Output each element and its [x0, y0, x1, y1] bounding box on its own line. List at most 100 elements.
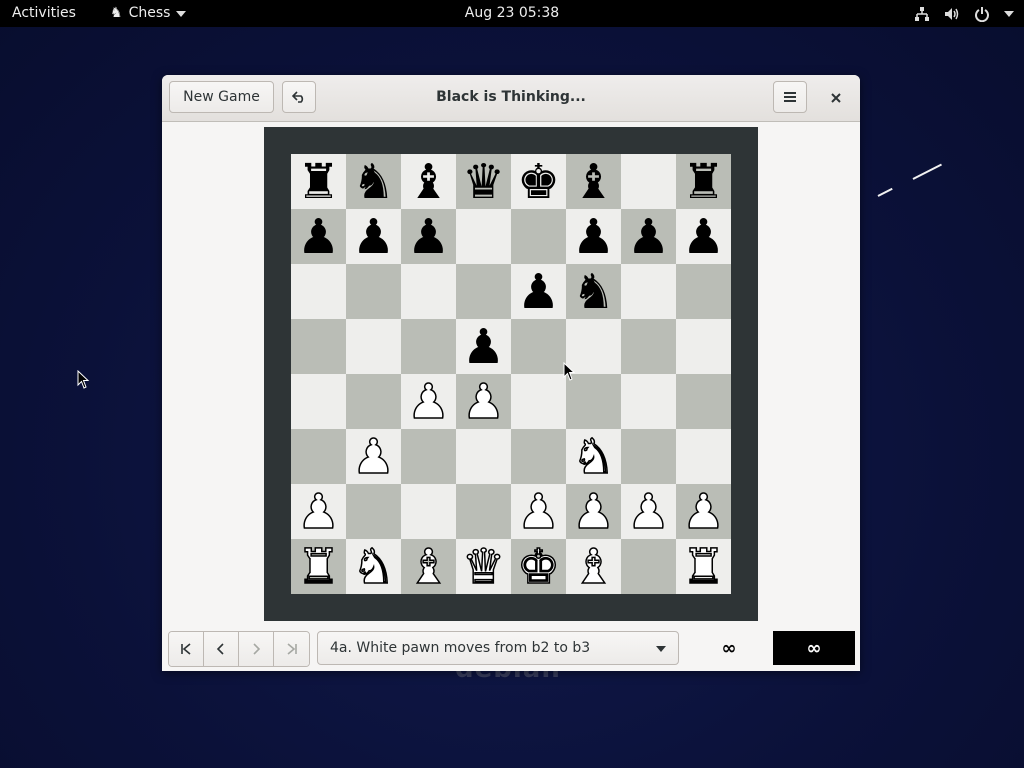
- square-f4[interactable]: [566, 374, 621, 429]
- square-c5[interactable]: [401, 319, 456, 374]
- square-h6[interactable]: [676, 264, 731, 319]
- white-pawn-icon[interactable]: ♟: [406, 377, 451, 427]
- square-g6[interactable]: [621, 264, 676, 319]
- square-h5[interactable]: [676, 319, 731, 374]
- black-pawn-icon[interactable]: ♟: [572, 213, 615, 261]
- move-history-dropdown[interactable]: 4a. White pawn moves from b2 to b3: [317, 631, 679, 665]
- square-g7[interactable]: ♟: [621, 209, 676, 264]
- square-d7[interactable]: [456, 209, 511, 264]
- square-f1[interactable]: ♝: [566, 539, 621, 594]
- square-g5[interactable]: [621, 319, 676, 374]
- close-button[interactable]: [825, 87, 847, 109]
- square-f2[interactable]: ♟: [566, 484, 621, 539]
- square-a5[interactable]: [291, 319, 346, 374]
- square-a4[interactable]: [291, 374, 346, 429]
- square-g8[interactable]: [621, 154, 676, 209]
- square-a1[interactable]: ♜: [291, 539, 346, 594]
- black-knight-icon[interactable]: ♞: [352, 158, 395, 206]
- white-pawn-icon[interactable]: ♟: [681, 487, 726, 537]
- black-king-icon[interactable]: ♚: [517, 158, 560, 206]
- menu-button[interactable]: [773, 81, 807, 113]
- square-f3[interactable]: ♞: [566, 429, 621, 484]
- white-pawn-icon[interactable]: ♟: [516, 487, 561, 537]
- white-pawn-icon[interactable]: ♟: [296, 487, 341, 537]
- square-d5[interactable]: ♟: [456, 319, 511, 374]
- square-a8[interactable]: ♜: [291, 154, 346, 209]
- square-b3[interactable]: ♟: [346, 429, 401, 484]
- black-pawn-icon[interactable]: ♟: [407, 213, 450, 261]
- black-pawn-icon[interactable]: ♟: [517, 268, 560, 316]
- square-h2[interactable]: ♟: [676, 484, 731, 539]
- white-king-icon[interactable]: ♚: [516, 542, 561, 592]
- black-queen-icon[interactable]: ♛: [462, 158, 505, 206]
- square-d6[interactable]: [456, 264, 511, 319]
- square-f8[interactable]: ♝: [566, 154, 621, 209]
- square-a2[interactable]: ♟: [291, 484, 346, 539]
- previous-move-button[interactable]: [204, 632, 239, 666]
- square-b8[interactable]: ♞: [346, 154, 401, 209]
- black-bishop-icon[interactable]: ♝: [407, 158, 450, 206]
- white-bishop-icon[interactable]: ♝: [571, 542, 616, 592]
- square-e2[interactable]: ♟: [511, 484, 566, 539]
- square-b1[interactable]: ♞: [346, 539, 401, 594]
- chess-board[interactable]: ♜ ♞ ♝ ♛ ♚ ♝ ♜ ♟ ♟ ♟ ♟ ♟ ♟ ♟ ♞ ♟ ♟ ♟ ♟ ♞ ♟ ♟ ♟ ♟ ♟ ♜ ♞ ♝ ♛ ♚ ♝ ♜: [291, 154, 731, 594]
- black-rook-icon[interactable]: ♜: [297, 158, 340, 206]
- square-e5[interactable]: [511, 319, 566, 374]
- square-c1[interactable]: ♝: [401, 539, 456, 594]
- square-a3[interactable]: [291, 429, 346, 484]
- app-menu[interactable]: ♞ Chess: [110, 0, 187, 27]
- white-pawn-icon[interactable]: ♟: [351, 432, 396, 482]
- square-c7[interactable]: ♟: [401, 209, 456, 264]
- square-c4[interactable]: ♟: [401, 374, 456, 429]
- first-move-button[interactable]: [169, 632, 204, 666]
- square-e6[interactable]: ♟: [511, 264, 566, 319]
- square-b2[interactable]: [346, 484, 401, 539]
- square-e3[interactable]: [511, 429, 566, 484]
- white-bishop-icon[interactable]: ♝: [406, 542, 451, 592]
- activities-button[interactable]: Activities: [12, 0, 76, 27]
- white-rook-icon[interactable]: ♜: [681, 542, 726, 592]
- square-b6[interactable]: [346, 264, 401, 319]
- square-h8[interactable]: ♜: [676, 154, 731, 209]
- square-d1[interactable]: ♛: [456, 539, 511, 594]
- white-pawn-icon[interactable]: ♟: [461, 377, 506, 427]
- black-rook-icon[interactable]: ♜: [682, 158, 725, 206]
- black-pawn-icon[interactable]: ♟: [462, 323, 505, 371]
- last-move-button[interactable]: [274, 632, 309, 666]
- square-e4[interactable]: [511, 374, 566, 429]
- square-b5[interactable]: [346, 319, 401, 374]
- square-b4[interactable]: [346, 374, 401, 429]
- black-pawn-icon[interactable]: ♟: [352, 213, 395, 261]
- white-pawn-icon[interactable]: ♟: [626, 487, 671, 537]
- black-pawn-icon[interactable]: ♟: [297, 213, 340, 261]
- square-h1[interactable]: ♜: [676, 539, 731, 594]
- square-f6[interactable]: ♞: [566, 264, 621, 319]
- system-tray[interactable]: [914, 0, 1014, 27]
- undo-button[interactable]: [282, 81, 316, 113]
- square-c3[interactable]: [401, 429, 456, 484]
- white-knight-icon[interactable]: ♞: [351, 542, 396, 592]
- square-e8[interactable]: ♚: [511, 154, 566, 209]
- square-g1[interactable]: [621, 539, 676, 594]
- square-f7[interactable]: ♟: [566, 209, 621, 264]
- white-pawn-icon[interactable]: ♟: [571, 487, 616, 537]
- square-d3[interactable]: [456, 429, 511, 484]
- square-a7[interactable]: ♟: [291, 209, 346, 264]
- square-c8[interactable]: ♝: [401, 154, 456, 209]
- square-h4[interactable]: [676, 374, 731, 429]
- square-d8[interactable]: ♛: [456, 154, 511, 209]
- new-game-button[interactable]: New Game: [169, 81, 274, 113]
- square-g4[interactable]: [621, 374, 676, 429]
- square-h7[interactable]: ♟: [676, 209, 731, 264]
- next-move-button[interactable]: [239, 632, 274, 666]
- square-h3[interactable]: [676, 429, 731, 484]
- black-pawn-icon[interactable]: ♟: [627, 213, 670, 261]
- black-knight-icon[interactable]: ♞: [572, 268, 615, 316]
- black-bishop-icon[interactable]: ♝: [572, 158, 615, 206]
- square-d2[interactable]: [456, 484, 511, 539]
- square-b7[interactable]: ♟: [346, 209, 401, 264]
- square-d4[interactable]: ♟: [456, 374, 511, 429]
- square-e7[interactable]: [511, 209, 566, 264]
- black-pawn-icon[interactable]: ♟: [682, 213, 725, 261]
- square-e1[interactable]: ♚: [511, 539, 566, 594]
